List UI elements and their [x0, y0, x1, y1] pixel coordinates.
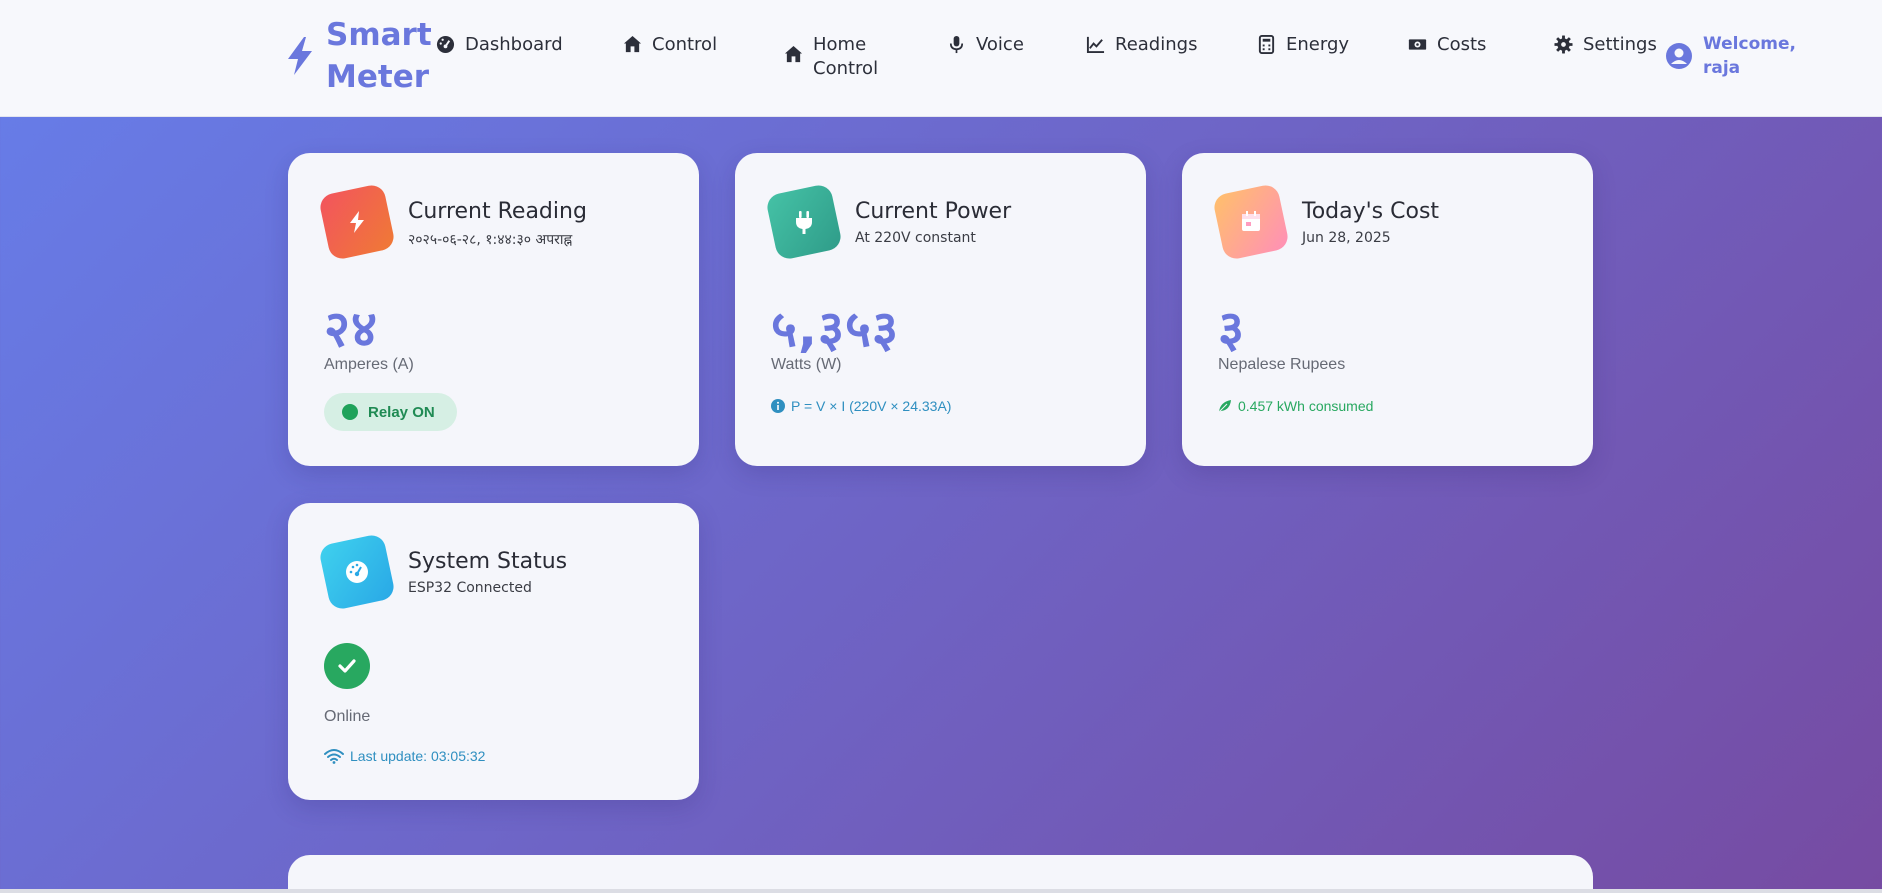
gear-icon [1554, 35, 1573, 54]
money-icon [1408, 39, 1427, 50]
card-subtitle: २०२५-०६-२८, १:४४:३० अपराह्न [408, 232, 573, 248]
gauge-icon [346, 561, 368, 583]
nav-costs[interactable]: Costs [1408, 33, 1486, 57]
nav-home-control-label: Home Control [813, 34, 879, 79]
line-chart-icon [1086, 36, 1105, 54]
card-title: System Status [408, 549, 568, 574]
user-circle-icon [1666, 43, 1692, 69]
home-icon [784, 45, 803, 63]
user-menu[interactable]: Welcome, raja [1665, 32, 1796, 80]
last-update-text: Last update: 03:05:32 [350, 748, 486, 764]
brand-line-2: Meter [326, 59, 430, 95]
gauge-icon-box [317, 532, 397, 612]
brand-logo[interactable]: Smart Meter [284, 16, 432, 96]
lightning-icon [350, 211, 364, 233]
todays-cost-card: Today's Cost Jun 28, 2025 ३ Nepalese Rup… [1182, 153, 1593, 466]
microphone-icon [949, 35, 964, 54]
status-dot-icon [342, 404, 358, 420]
calendar-icon [1242, 211, 1260, 231]
plug-icon-box [764, 182, 844, 262]
nav-settings[interactable]: Settings [1554, 33, 1657, 57]
nav-costs-label: Costs [1437, 34, 1487, 55]
current-power-card: Current Power At 220V constant ५,३५३ Wat… [735, 153, 1146, 466]
brand-line-1: Smart [326, 17, 432, 53]
system-status-card: System Status ESP32 Connected Online Las… [288, 503, 699, 800]
cost-unit: Nepalese Rupees [1218, 356, 1346, 373]
home-icon [623, 35, 642, 53]
nav-control[interactable]: Control [623, 33, 717, 57]
power-value: ५,३५३ [771, 300, 899, 358]
nav-voice[interactable]: Voice [947, 33, 1024, 57]
current-unit: Amperes (A) [324, 356, 414, 373]
last-update: Last update: 03:05:32 [324, 748, 485, 764]
energy-consumed-text: 0.457 kWh consumed [1238, 398, 1374, 414]
system-status-text: Online [324, 708, 371, 725]
card-title: Current Power [855, 199, 1012, 224]
nav-readings[interactable]: Readings [1086, 33, 1197, 57]
lightning-icon-box [317, 182, 397, 262]
nav-energy-label: Energy [1286, 34, 1350, 55]
bottom-panel [288, 855, 1593, 893]
power-unit: Watts (W) [771, 356, 842, 373]
current-value: २४ [324, 300, 378, 358]
nav-home-control[interactable]: Home Control [784, 33, 878, 81]
window-bottom-edge [0, 889, 1882, 893]
welcome-text: Welcome, raja [1703, 34, 1796, 78]
card-subtitle: At 220V constant [855, 230, 976, 246]
power-formula: P = V × I (220V × 24.33A) [771, 398, 951, 414]
info-icon [771, 399, 785, 413]
cost-value: ३ [1218, 300, 1245, 358]
leaf-icon [1218, 400, 1231, 413]
check-icon [338, 659, 356, 673]
top-navbar: Smart Meter Dashboard Control Home Contr… [0, 0, 1882, 117]
gauge-icon [436, 35, 455, 54]
check-circle-icon [324, 643, 370, 689]
nav-settings-label: Settings [1583, 34, 1657, 55]
current-reading-card: Current Reading २०२५-०६-२८, १:४४:३० अपरा… [288, 153, 699, 466]
nav-voice-label: Voice [976, 34, 1024, 55]
energy-consumed: 0.457 kWh consumed [1218, 398, 1373, 414]
wifi-icon [324, 749, 344, 764]
bolt-icon [288, 37, 312, 75]
card-subtitle: Jun 28, 2025 [1302, 230, 1391, 246]
plug-icon [796, 211, 812, 234]
nav-energy[interactable]: Energy [1257, 33, 1349, 57]
calendar-icon-box [1211, 182, 1291, 262]
nav-control-label: Control [652, 34, 718, 55]
brand-name: Smart Meter [326, 14, 432, 98]
card-title: Current Reading [408, 199, 587, 224]
power-formula-text: P = V × I (220V × 24.33A) [791, 398, 952, 414]
calculator-icon [1258, 35, 1275, 54]
nav-readings-label: Readings [1115, 34, 1198, 55]
nav-dashboard-label: Dashboard [465, 34, 563, 55]
nav-dashboard[interactable]: Dashboard [436, 33, 563, 57]
relay-status-label: Relay ON [368, 403, 435, 421]
relay-status-badge[interactable]: Relay ON [324, 393, 457, 431]
card-subtitle: ESP32 Connected [408, 580, 532, 596]
card-title: Today's Cost [1302, 199, 1440, 224]
